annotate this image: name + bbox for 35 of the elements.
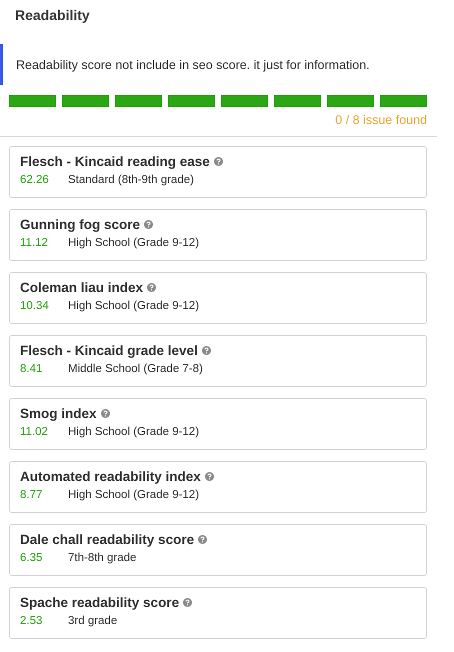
metric-name: Flesch - Kincaid grade level <box>20 343 198 358</box>
metric-name: Automated readability index <box>20 469 201 484</box>
metric-name: Gunning fog score <box>20 217 140 232</box>
metric-score: 10.34 <box>20 300 50 312</box>
panel-title: Readability <box>14 7 91 25</box>
info-notice: Readability score not include in seo score. it just for information. <box>0 44 454 85</box>
metric-grade: 3rd grade <box>68 615 118 627</box>
help-icon[interactable] <box>147 283 156 292</box>
issue-count: 0 / 8 issue found <box>335 113 427 127</box>
metric-name: Coleman liau index <box>20 280 144 295</box>
metric-score: 62.26 <box>20 174 50 186</box>
help-icon[interactable] <box>100 409 110 418</box>
metric-grade: High School (Grade 9-12) <box>68 489 200 501</box>
metric-grade: High School (Grade 9-12) <box>68 426 200 438</box>
metric-grade: Standard (8th-9th grade) <box>68 174 194 186</box>
metric-grade: High School (Grade 9-12) <box>68 237 200 249</box>
help-icon[interactable] <box>214 157 223 166</box>
metric-score: 11.02 <box>20 426 49 438</box>
metric-grade: Middle School (Grade 7-8) <box>68 363 203 375</box>
metric-name: Spache readability score <box>20 595 180 610</box>
help-icon[interactable] <box>144 220 153 229</box>
metric-score: 8.77 <box>20 489 44 501</box>
metric-score: 11.12 <box>20 237 49 249</box>
help-icon[interactable] <box>198 535 208 544</box>
help-icon[interactable] <box>204 472 214 481</box>
metric-grade: High School (Grade 9-12) <box>68 300 200 312</box>
metric-score: 2.53 <box>20 615 44 627</box>
metric-name: Flesch - Kincaid reading ease <box>20 154 210 169</box>
metric-grade: 7th-8th grade <box>68 552 136 564</box>
help-icon[interactable] <box>183 598 192 607</box>
metric-score: 6.35 <box>20 552 44 564</box>
metric-name: Dale chall readability score <box>20 532 194 547</box>
metric-name: Smog index <box>20 406 97 421</box>
help-icon[interactable] <box>202 346 211 355</box>
metric-score: 8.41 <box>20 363 44 375</box>
